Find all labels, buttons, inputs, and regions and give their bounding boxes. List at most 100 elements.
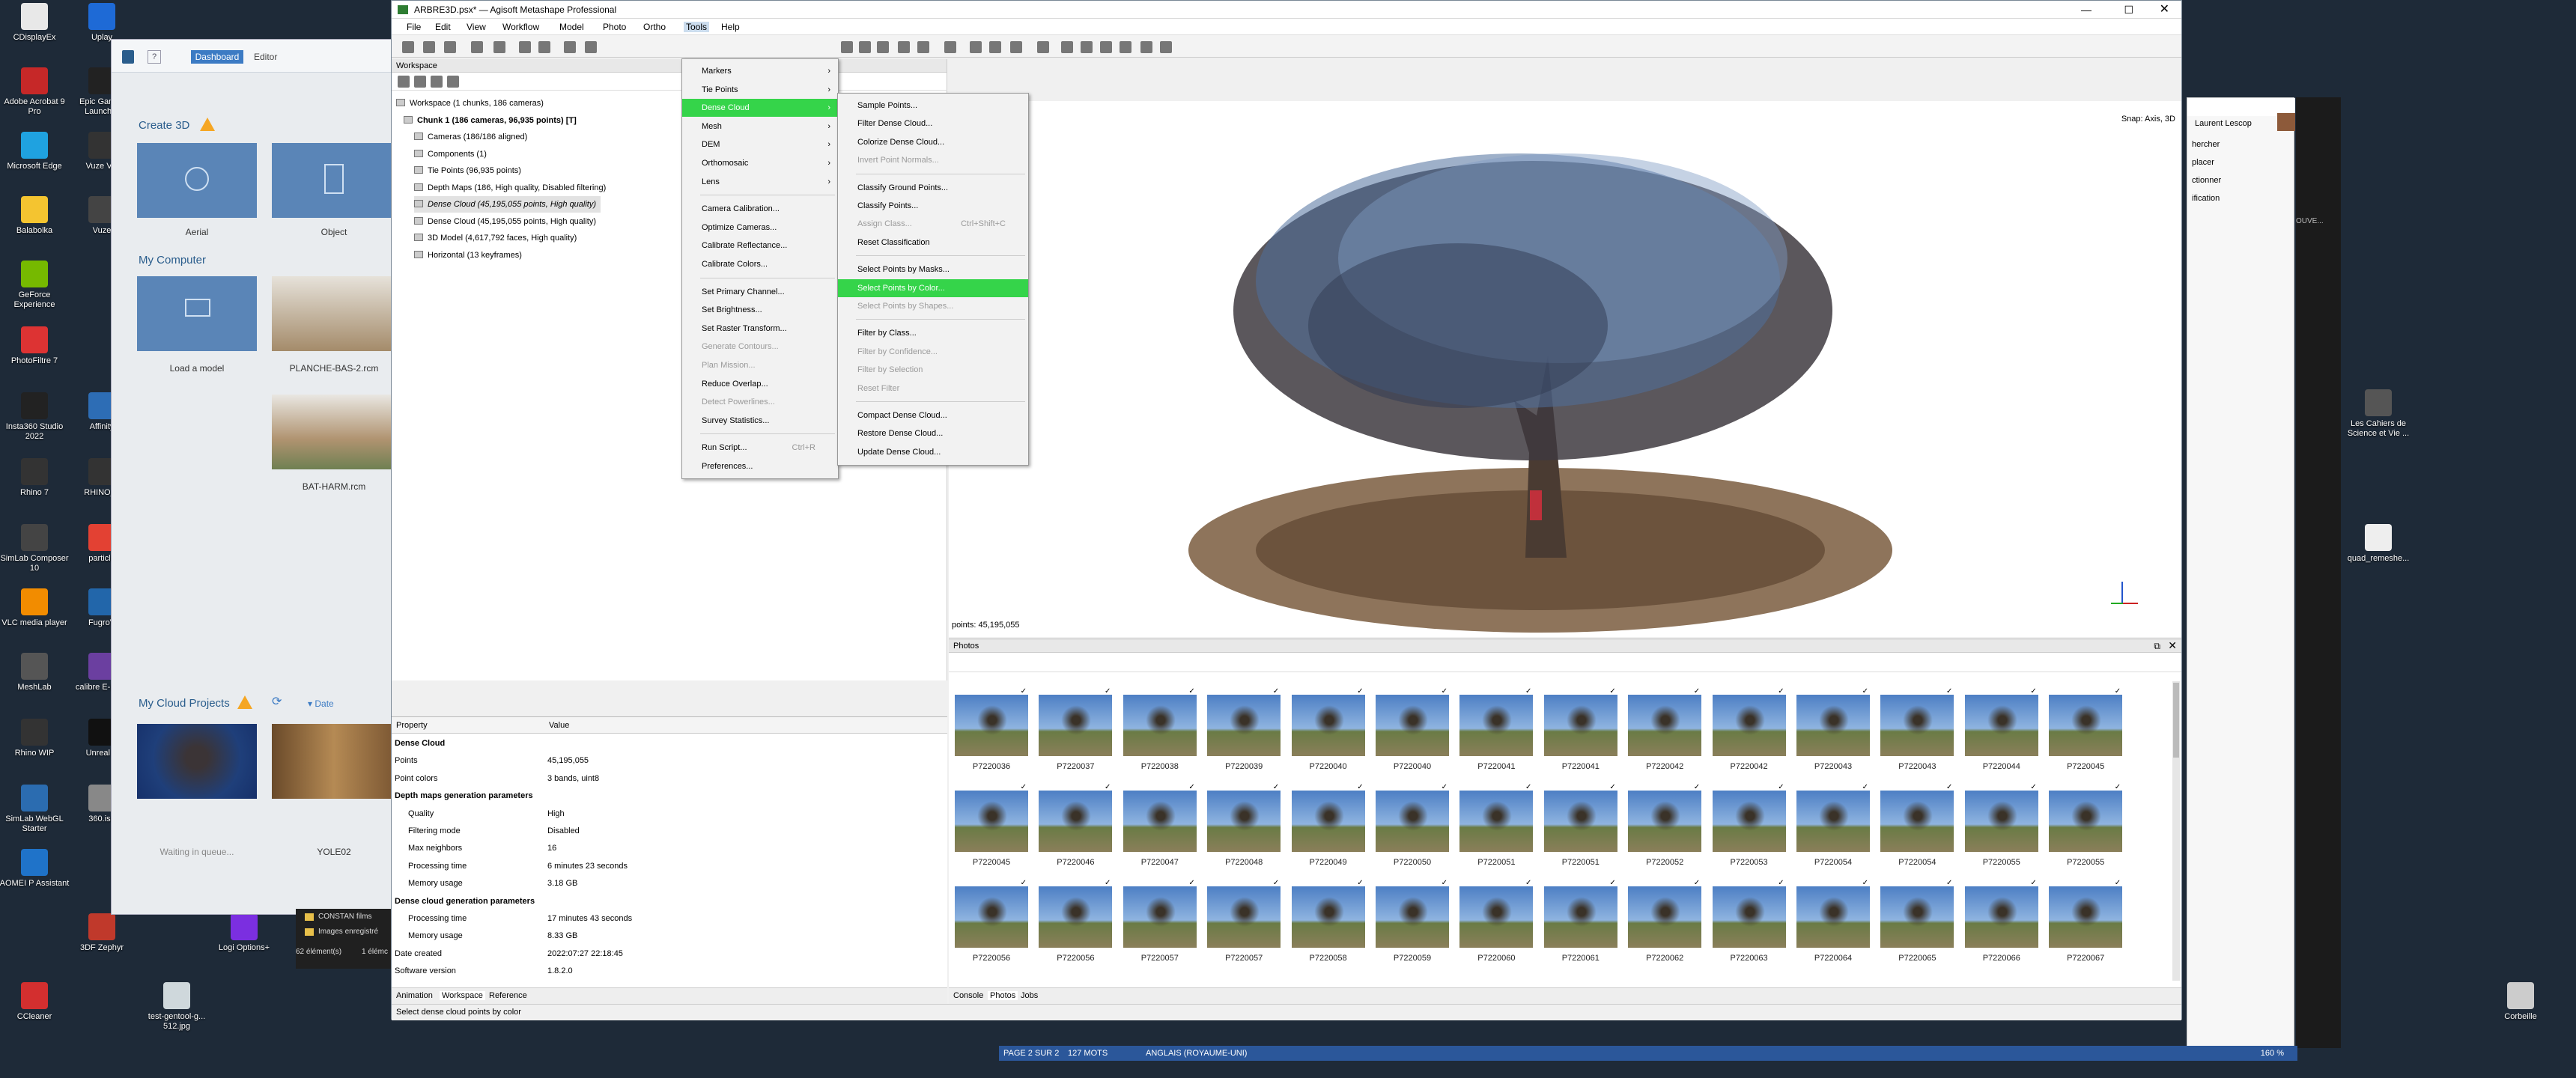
- resize-icon[interactable]: [564, 41, 576, 53]
- tree-row[interactable]: 3D Model (4,617,792 faces, High quality): [414, 230, 577, 246]
- remove-icon[interactable]: [447, 76, 459, 88]
- rotate-icon[interactable]: [585, 41, 597, 53]
- grid-icon[interactable]: [898, 41, 910, 53]
- menu-item-survey-statistics[interactable]: Survey Statistics...: [682, 412, 838, 430]
- word-language[interactable]: ANGLAIS (ROYAUME-UNI): [1146, 1046, 1247, 1061]
- add-folder-icon[interactable]: [431, 76, 443, 88]
- side-item[interactable]: ification: [2192, 194, 2220, 203]
- undo-icon[interactable]: [471, 41, 483, 53]
- menu-ortho[interactable]: Ortho: [643, 22, 666, 32]
- menu-item-update-dense-cloud[interactable]: Update Dense Cloud...: [838, 443, 1028, 461]
- vlc-shortcut[interactable]: VLC media player: [0, 588, 72, 628]
- add-photos-icon[interactable]: [414, 76, 426, 88]
- side-item[interactable]: ctionner: [2192, 176, 2221, 185]
- photo-thumbnail[interactable]: ✓: [1880, 783, 1954, 852]
- photo-thumbnail[interactable]: ✓: [2049, 783, 2123, 852]
- menu-item-select-points-by-masks[interactable]: Select Points by Masks...: [838, 261, 1028, 278]
- menu-item-colorize-dense-cloud[interactable]: Colorize Dense Cloud...: [838, 133, 1028, 151]
- tree-row[interactable]: Tie Points (96,935 points): [414, 162, 521, 179]
- photofiltre-shortcut[interactable]: PhotoFiltre 7: [0, 326, 72, 366]
- photo-thumbnail[interactable]: ✓: [1291, 783, 1365, 852]
- acrobat-shortcut[interactable]: Adobe Acrobat 9 Pro: [0, 67, 72, 117]
- reset-view-icon[interactable]: [1160, 41, 1172, 53]
- tab-animation[interactable]: Animation: [396, 991, 433, 1000]
- menu-tools[interactable]: Tools: [684, 22, 710, 32]
- photo-thumbnail[interactable]: ✓: [1291, 687, 1365, 756]
- menu-item-calibrate-reflectance[interactable]: Calibrate Reflectance...: [682, 237, 838, 255]
- close-button[interactable]: ✕: [2160, 1, 2169, 19]
- planche-thumbnail[interactable]: [272, 276, 396, 351]
- photo-thumbnail[interactable]: ✓: [1628, 783, 1702, 852]
- photo-thumbnail[interactable]: ✓: [1291, 879, 1365, 948]
- explorer-item[interactable]: Images enregistré: [318, 928, 378, 936]
- menu-item-sample-points[interactable]: Sample Points...: [838, 97, 1028, 115]
- photo-thumbnail[interactable]: ✓: [1628, 687, 1702, 756]
- menu-item-camera-calibration[interactable]: Camera Calibration...: [682, 200, 838, 218]
- photo-thumbnail[interactable]: ✓: [955, 879, 1028, 948]
- undock-icon[interactable]: ⧉: [2154, 641, 2160, 652]
- photo-thumbnail[interactable]: ✓: [1543, 879, 1617, 948]
- photo-thumbnail[interactable]: ✓: [1796, 783, 1870, 852]
- photo-thumbnail[interactable]: ✓: [2049, 687, 2123, 756]
- menu-item-compact-dense-cloud[interactable]: Compact Dense Cloud...: [838, 406, 1028, 424]
- menu-model[interactable]: Model: [559, 22, 584, 32]
- photo-thumbnail[interactable]: ✓: [1628, 879, 1702, 948]
- balabolka-shortcut[interactable]: Balabolka: [0, 196, 72, 236]
- menu-item-filter-dense-cloud[interactable]: Filter Dense Cloud...: [838, 115, 1028, 133]
- zoom-out-icon[interactable]: [859, 41, 871, 53]
- menu-item-run-script[interactable]: Run Script... Ctrl+R: [682, 439, 838, 457]
- menu-help[interactable]: Help: [721, 22, 740, 32]
- cdisplay-shortcut[interactable]: CDisplayEx: [0, 3, 72, 43]
- tab-reference[interactable]: Reference: [489, 991, 527, 1000]
- tab-console[interactable]: Console: [953, 991, 983, 1000]
- geforce-shortcut[interactable]: GeForce Experience: [0, 261, 72, 310]
- meshlab-shortcut[interactable]: MeshLab: [0, 653, 72, 692]
- redo-icon[interactable]: [493, 41, 505, 53]
- menu-view[interactable]: View: [467, 22, 486, 32]
- tree-row[interactable]: Horizontal (13 keyframes): [414, 247, 522, 264]
- menu-item-reset-classification[interactable]: Reset Classification: [838, 234, 1028, 252]
- menu-item-dem[interactable]: DEM ›: [682, 135, 838, 153]
- tree-row[interactable]: Workspace (1 chunks, 186 cameras): [396, 95, 544, 112]
- photo-thumbnail[interactable]: ✓: [1880, 687, 1954, 756]
- point-cloud-icon[interactable]: [944, 41, 956, 53]
- aomei-shortcut[interactable]: AOMEI P Assistant: [0, 849, 72, 889]
- photo-thumbnail[interactable]: ✓: [1376, 783, 1449, 852]
- photo-thumbnail[interactable]: ✓: [2049, 879, 2123, 948]
- side-item[interactable]: placer: [2192, 158, 2214, 167]
- sort-date[interactable]: ▾ Date: [308, 698, 334, 709]
- photo-thumbnail[interactable]: ✓: [1712, 687, 1786, 756]
- photo-thumbnail[interactable]: ✓: [1039, 687, 1113, 756]
- navigation-icon[interactable]: [519, 41, 531, 53]
- menu-item-dense-cloud[interactable]: Dense Cloud ›: [682, 99, 838, 118]
- menu-item-set-primary-channel[interactable]: Set Primary Channel...: [682, 283, 838, 301]
- save-icon[interactable]: [444, 41, 456, 53]
- simlab2-shortcut[interactable]: SimLab WebGL Starter: [0, 785, 72, 834]
- menu-file[interactable]: File: [407, 22, 421, 32]
- user-name[interactable]: Laurent Lescop: [2195, 119, 2252, 128]
- photo-thumbnail[interactable]: ✓: [1796, 687, 1870, 756]
- zoom-in-icon[interactable]: [841, 41, 853, 53]
- photo-thumbnail[interactable]: ✓: [1459, 783, 1534, 852]
- ccleaner-shortcut[interactable]: CCleaner: [0, 982, 72, 1022]
- photo-thumbnail[interactable]: ✓: [1543, 687, 1617, 756]
- menu-photo[interactable]: Photo: [603, 22, 626, 32]
- menu-item-orthomosaic[interactable]: Orthomosaic ›: [682, 154, 838, 172]
- help-icon[interactable]: ?: [148, 50, 161, 64]
- tree-row[interactable]: Dense Cloud (45,195,055 points, High qua…: [414, 213, 596, 230]
- menu-workflow[interactable]: Workflow: [502, 22, 539, 32]
- side-item[interactable]: hercher: [2192, 140, 2220, 149]
- word-zoom[interactable]: 160 %: [2261, 1046, 2284, 1061]
- photos-scrollbar[interactable]: [2172, 681, 2180, 981]
- tiled-icon[interactable]: [1010, 41, 1022, 53]
- camera-icon[interactable]: [1081, 41, 1093, 53]
- photo-thumbnail[interactable]: ✓: [1543, 783, 1617, 852]
- move-icon[interactable]: [877, 41, 889, 53]
- new-icon[interactable]: [402, 41, 414, 53]
- photo-thumbnail[interactable]: ✓: [1376, 879, 1449, 948]
- photo-thumbnail[interactable]: ✓: [955, 783, 1028, 852]
- insta360-shortcut[interactable]: Insta360 Studio 2022: [0, 392, 72, 442]
- photo-thumbnail[interactable]: ✓: [1039, 879, 1113, 948]
- menu-item-restore-dense-cloud[interactable]: Restore Dense Cloud...: [838, 424, 1028, 442]
- tree-row[interactable]: Components (1): [414, 146, 487, 162]
